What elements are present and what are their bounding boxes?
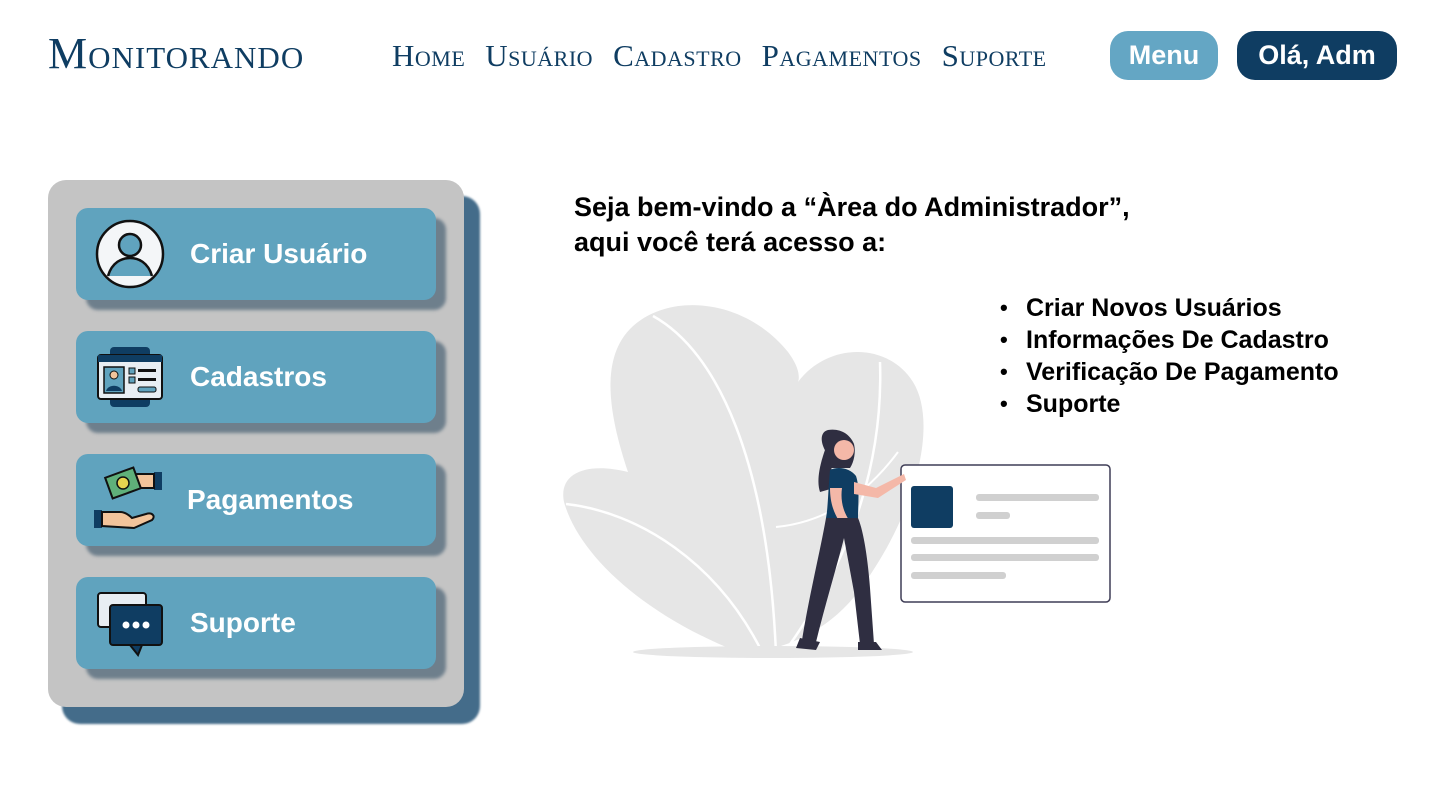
card-cadastros-wrap: Cadastros <box>76 331 446 433</box>
nav-home[interactable]: Home <box>392 36 465 76</box>
card-label: Cadastros <box>190 361 327 392</box>
suporte-button[interactable]: Suporte <box>76 577 436 669</box>
menu-button[interactable]: Menu <box>1110 31 1218 80</box>
welcome-message: Seja bem-vindo a “Àrea do Administrador”… <box>574 190 1214 260</box>
payment-hands-icon <box>94 466 162 530</box>
card-label: Criar Usuário <box>190 238 368 269</box>
id-card-icon <box>97 347 163 407</box>
card-label: Suporte <box>190 607 296 638</box>
welcome-line-2: aqui você terá acesso a: <box>574 227 887 257</box>
woman-with-card-illustration <box>563 305 1111 658</box>
nav-usuario[interactable]: Usuário <box>485 36 593 76</box>
chat-bubbles-icon <box>97 592 163 657</box>
user-avatar-icon <box>95 219 165 289</box>
nav-pagamentos[interactable]: Pagamentos <box>762 36 922 76</box>
top-nav: Home Usuário Cadastro Pagamentos Suporte <box>392 36 1047 76</box>
welcome-line-1: Seja bem-vindo a “Àrea do Administrador”… <box>574 192 1130 222</box>
card-label: Pagamentos <box>187 484 354 515</box>
pagamentos-button[interactable]: Pagamentos <box>76 454 436 546</box>
nav-cadastro[interactable]: Cadastro <box>613 36 742 76</box>
card-pagamentos-wrap: Pagamentos <box>76 454 446 556</box>
nav-suporte[interactable]: Suporte <box>942 36 1047 76</box>
cadastros-button[interactable]: Cadastros <box>76 331 436 423</box>
criar-usuario-button[interactable]: Criar Usuário <box>76 208 436 300</box>
card-suporte-wrap: Suporte <box>76 577 446 679</box>
card-criar-usuario-wrap: Criar Usuário <box>76 208 446 310</box>
user-greeting-button[interactable]: Olá, Adm <box>1237 31 1397 80</box>
brand-logo[interactable]: Monitorando <box>48 30 304 78</box>
